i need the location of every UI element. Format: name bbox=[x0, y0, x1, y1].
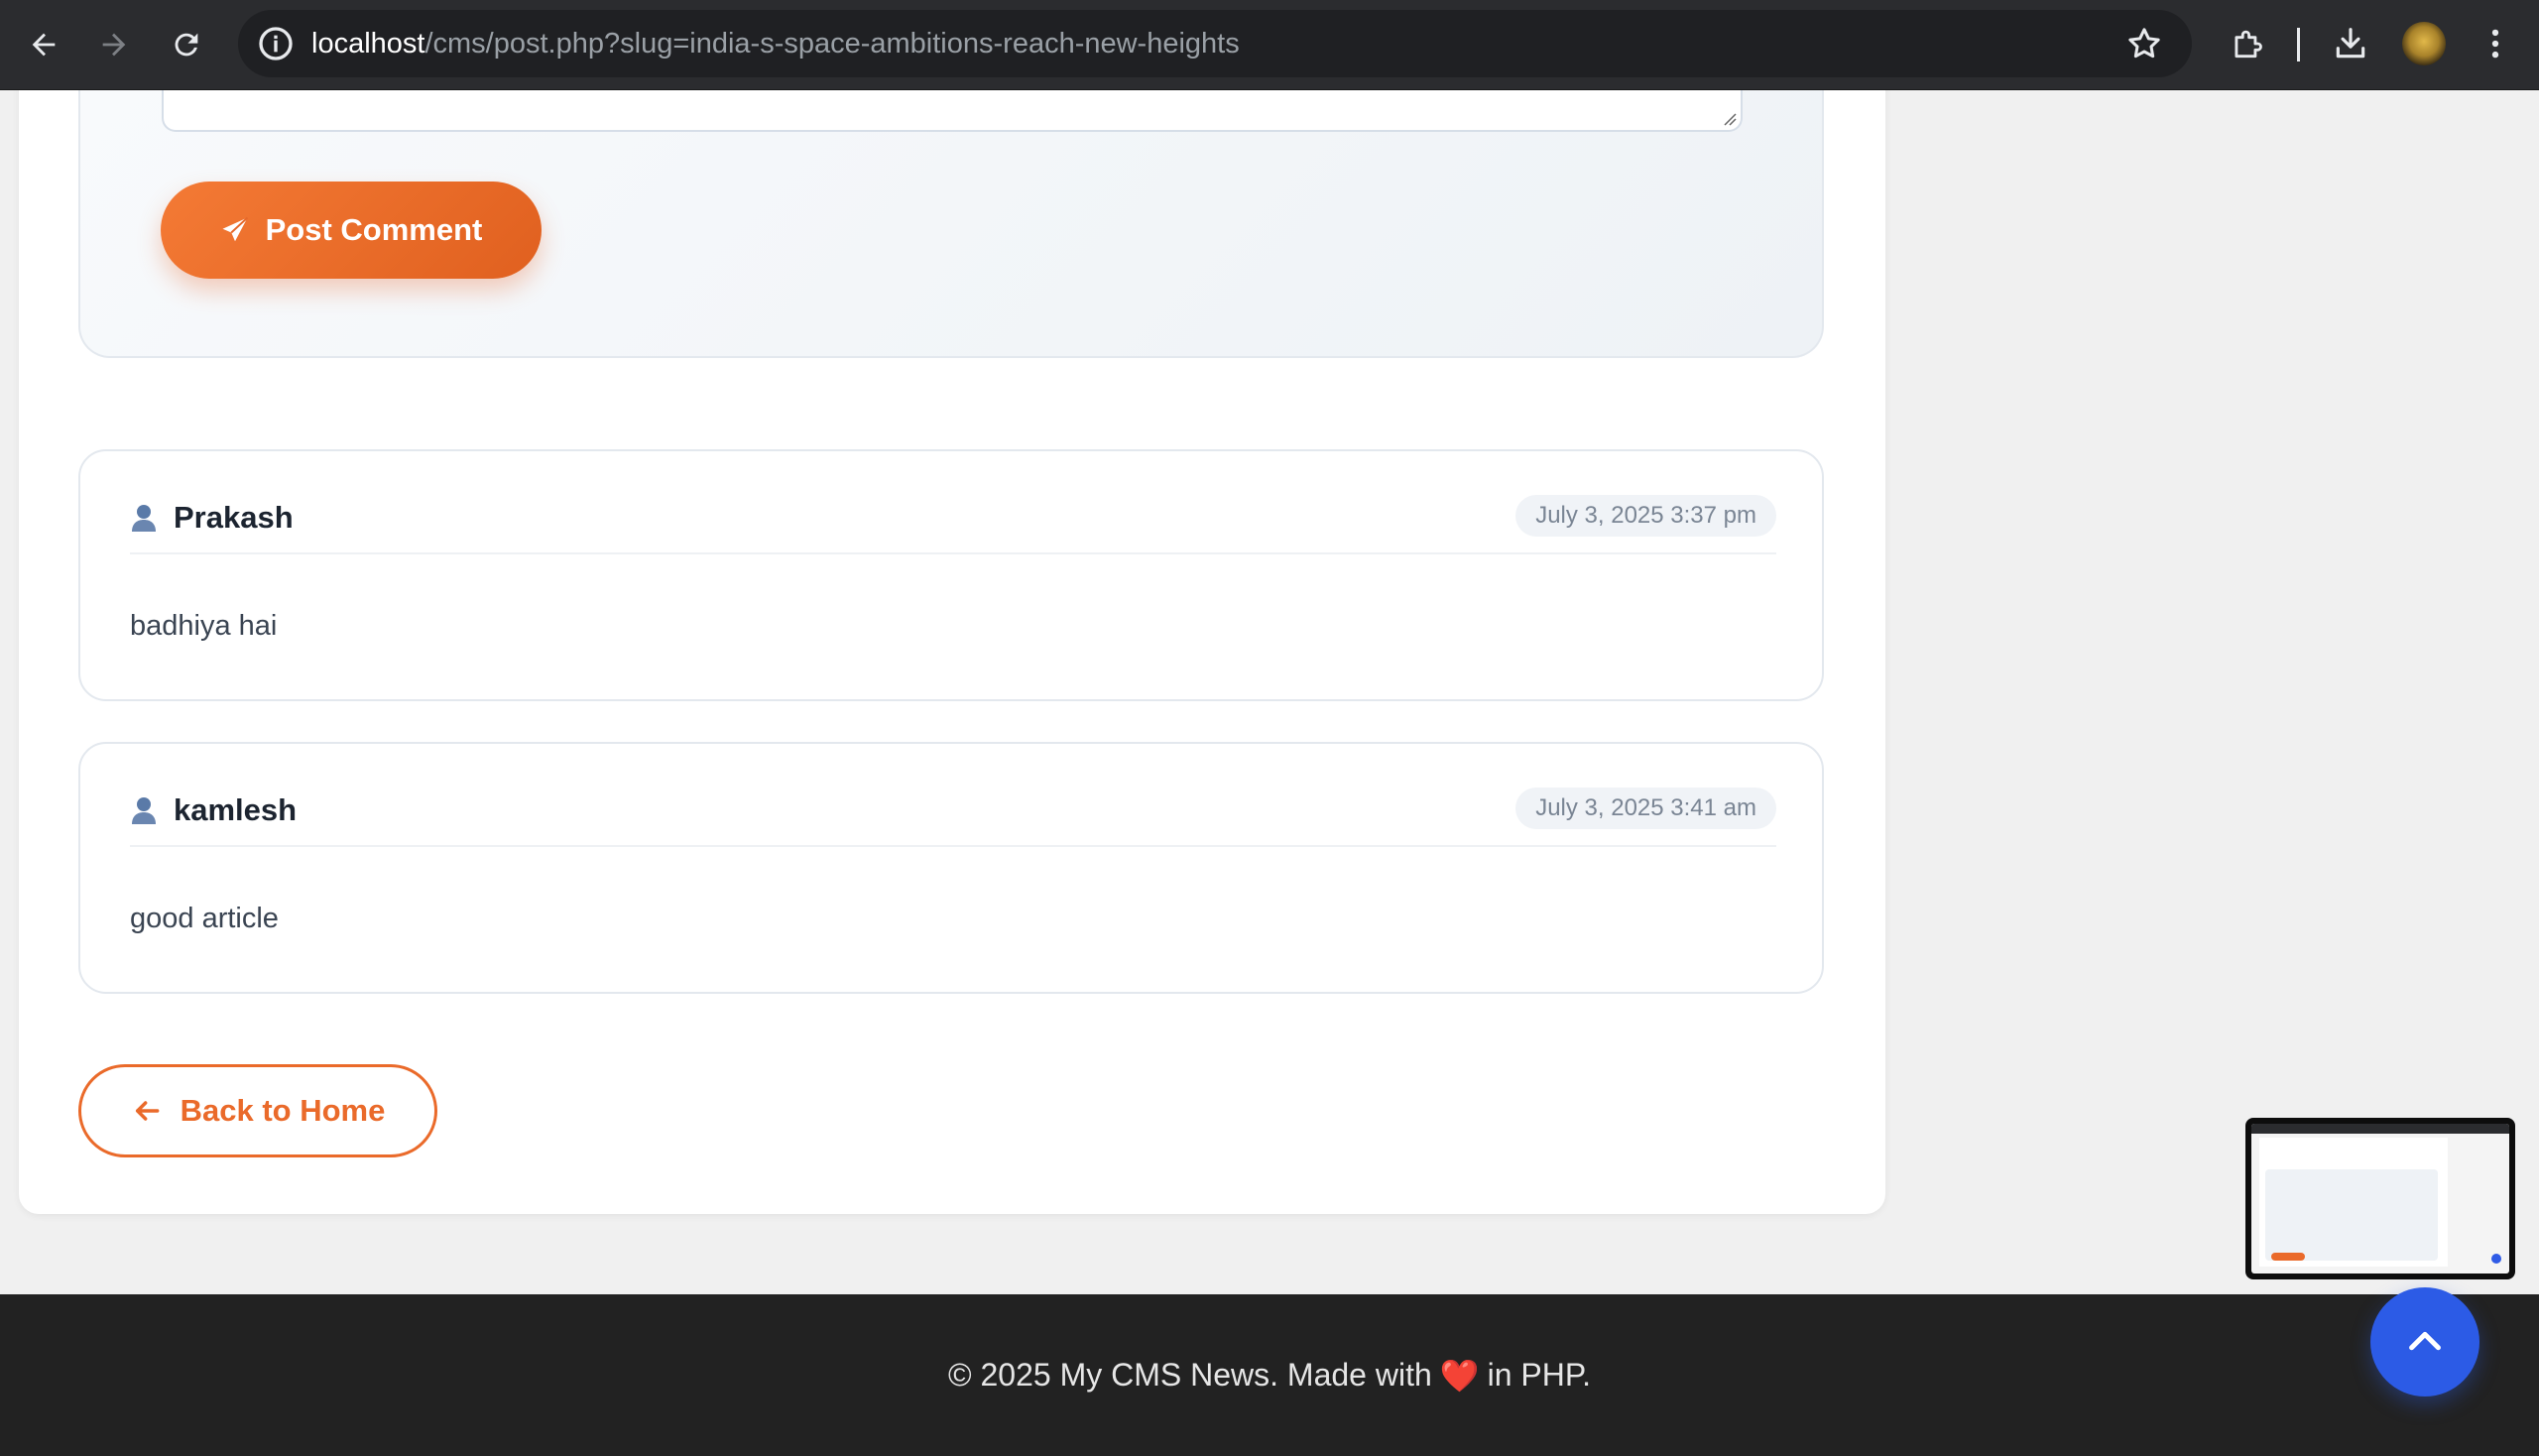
url-text: localhost/cms/post.php?slug=india-s-spac… bbox=[311, 10, 1240, 77]
paper-plane-icon bbox=[222, 216, 248, 242]
forward-nav-button[interactable] bbox=[83, 14, 145, 75]
comment-textarea[interactable] bbox=[162, 90, 1743, 132]
back-nav-button[interactable] bbox=[13, 14, 74, 75]
comment-item: kamlesh July 3, 2025 3:41 am good articl… bbox=[78, 742, 1824, 994]
thumbnail-fab bbox=[2491, 1254, 2501, 1264]
user-icon bbox=[132, 797, 156, 824]
url-path: /cms/post.php?slug=india-s-space-ambitio… bbox=[424, 28, 1240, 60]
comment-header: Prakash July 3, 2025 3:37 pm bbox=[130, 495, 1776, 554]
comment-header: kamlesh July 3, 2025 3:41 am bbox=[130, 788, 1776, 847]
profile-avatar[interactable] bbox=[2402, 22, 2446, 65]
downloads-button[interactable] bbox=[2329, 22, 2372, 65]
bookmark-star-icon[interactable] bbox=[2124, 24, 2164, 63]
browser-menu-button[interactable] bbox=[2474, 22, 2517, 65]
reload-icon bbox=[175, 33, 198, 57]
thumbnail-preview bbox=[2251, 1124, 2509, 1274]
comment-form: Post Comment bbox=[78, 90, 1824, 358]
comment-text: good article bbox=[130, 903, 279, 934]
back-to-home-label: Back to Home bbox=[180, 1093, 386, 1128]
footer-text-after: in PHP. bbox=[1487, 1357, 1591, 1393]
thumbnail-form bbox=[2265, 1169, 2438, 1261]
arrow-left-icon bbox=[135, 1101, 160, 1121]
footer-text-before: © 2025 My CMS News. Made with bbox=[948, 1357, 1432, 1393]
info-icon[interactable] bbox=[256, 24, 296, 63]
screenshot-thumbnail[interactable] bbox=[2245, 1118, 2515, 1279]
thumbnail-toolbar bbox=[2251, 1124, 2509, 1134]
scroll-to-top-button[interactable] bbox=[2370, 1287, 2479, 1396]
comment-author: Prakash bbox=[174, 500, 294, 535]
comment-item: Prakash July 3, 2025 3:37 pm badhiya hai bbox=[78, 449, 1824, 701]
post-comment-label: Post Comment bbox=[265, 212, 483, 247]
more-vertical-icon bbox=[2491, 29, 2499, 59]
resize-grip-icon[interactable] bbox=[1723, 112, 1737, 126]
reload-button[interactable] bbox=[156, 14, 217, 75]
page-viewport: Post Comment Prakash July 3, 2025 3:37 p… bbox=[0, 90, 2539, 1456]
url-host: localhost bbox=[311, 28, 425, 60]
arrow-right-icon bbox=[102, 33, 126, 57]
browser-toolbar: localhost/cms/post.php?slug=india-s-spac… bbox=[0, 0, 2539, 90]
comment-text: badhiya hai bbox=[130, 610, 278, 642]
download-icon bbox=[2336, 28, 2365, 59]
toolbar-separator bbox=[2297, 28, 2300, 61]
arrow-left-icon bbox=[32, 33, 56, 57]
comment-author: kamlesh bbox=[174, 792, 298, 827]
article-card: Post Comment Prakash July 3, 2025 3:37 p… bbox=[19, 90, 1885, 1214]
site-footer: © 2025 My CMS News. Made with ❤️ in PHP. bbox=[0, 1294, 2539, 1456]
back-to-home-link[interactable]: Back to Home bbox=[78, 1064, 437, 1157]
comment-date-badge: July 3, 2025 3:41 am bbox=[1515, 788, 1776, 829]
address-bar[interactable]: localhost/cms/post.php?slug=india-s-spac… bbox=[238, 10, 2192, 77]
post-comment-button[interactable]: Post Comment bbox=[161, 182, 542, 279]
chevron-up-icon bbox=[2409, 1331, 2441, 1351]
extensions-button[interactable] bbox=[2226, 22, 2269, 65]
comment-date-badge: July 3, 2025 3:37 pm bbox=[1515, 495, 1776, 537]
puzzle-icon bbox=[2235, 30, 2262, 59]
user-icon bbox=[132, 505, 156, 532]
heart-icon: ❤️ bbox=[1439, 1357, 1480, 1394]
thumbnail-button bbox=[2271, 1253, 2305, 1261]
